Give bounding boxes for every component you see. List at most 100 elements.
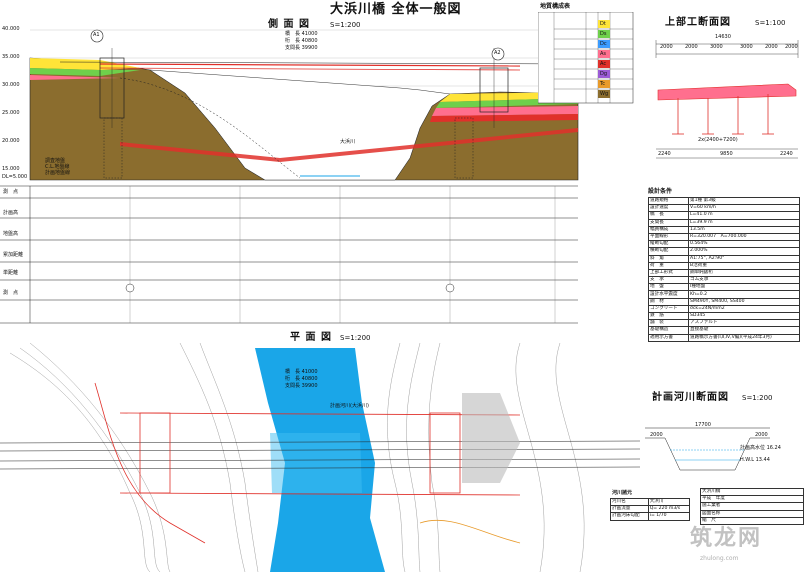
- table-row: 平面線形 R=320.007 A=700.000: [648, 232, 801, 242]
- table-row: 施工業者: [700, 502, 804, 511]
- plan-span-length: 支間長 39900: [285, 383, 318, 389]
- table-cell: 斜 角: [648, 254, 689, 263]
- table-cell: 河川名: [610, 497, 649, 507]
- table-cell: 道路橋示方書(Ⅰ,Ⅱ,Ⅳ,Ⅴ編)(平成24年3月): [687, 333, 801, 342]
- table-cell: 鋼 材: [648, 297, 689, 306]
- table-cell: 第1種 第3級: [687, 196, 801, 206]
- table-cell: 設計速度: [648, 204, 689, 213]
- upper-section-scale: S=1:100: [755, 19, 786, 27]
- soil-code: Ac: [600, 61, 607, 67]
- plan-bridge-length: 橋 長 41000: [285, 369, 318, 375]
- river-dim: 2000: [755, 432, 768, 438]
- row-label: 測 点: [3, 290, 19, 296]
- table-cell: 平成 年度: [700, 495, 804, 504]
- table-cell: L=39.9 m: [687, 218, 801, 227]
- table-cell: 舗 装: [648, 319, 689, 328]
- upper-section-title: 上部工断面図: [665, 17, 731, 28]
- soil-code: Dc: [600, 41, 607, 47]
- dim: 3000: [740, 44, 753, 50]
- elev-label: 20.000: [2, 138, 20, 144]
- table-cell: 大浜川橋: [700, 487, 804, 497]
- design-conditions-table: 道路規格 第1種 第3級 設計速度 V=60 km/h 橋 長 L=41.0 m 支間…: [648, 196, 801, 342]
- river-dim: 2000: [650, 432, 663, 438]
- plan-view-title: 平 面 図: [290, 332, 332, 343]
- table-cell: 直接基礎: [687, 326, 801, 335]
- table-cell: B活荷重: [687, 261, 801, 270]
- dim: 2240: [658, 151, 671, 157]
- table-cell: σck=24N/mm2: [687, 304, 801, 314]
- table-row: 舗 装アスファルト: [648, 319, 801, 328]
- dim: 2240: [780, 151, 793, 157]
- watermark-url: zhulong.com: [700, 555, 739, 562]
- river-label: 大浜川: [340, 139, 356, 145]
- dim: 2000: [785, 44, 798, 50]
- table-row: 平成 年度: [700, 495, 804, 504]
- river-section-title: 計画河川断面図: [652, 392, 729, 403]
- sheet-title: 大浜川橋 全体一般図: [330, 2, 462, 17]
- table-row: 上部工形式 鋼単純鈑桁: [648, 268, 801, 278]
- table-cell: 計画河床勾配: [610, 512, 649, 521]
- table-cell: R=320.007 A=700.000: [687, 232, 801, 242]
- elev-label: DL=5.000: [2, 174, 28, 180]
- table-cell: 施工業者: [700, 502, 804, 511]
- table-row: 設計速度 V=60 km/h: [648, 204, 801, 213]
- row-label: 地盤高: [3, 231, 19, 237]
- table-cell: 支間長: [648, 218, 689, 227]
- dim: 2000: [765, 44, 778, 50]
- river-wl-label: H.W.L 13.44: [740, 457, 770, 463]
- table-row: 横断勾配 2.000%: [648, 247, 801, 256]
- table-cell: 上部工形式: [648, 268, 689, 278]
- table-cell: 大浜川: [647, 497, 691, 507]
- soil-code: Dt: [600, 21, 606, 27]
- plan-view-drawing: [0, 343, 640, 572]
- soil-code: As: [600, 51, 607, 57]
- upper-section-drawing: [655, 40, 799, 159]
- table-row: 河川名 大浜川: [610, 497, 691, 507]
- table-cell: 鋼単純鈑桁: [687, 268, 801, 278]
- dim: 2000: [660, 44, 673, 50]
- elev-label: 30.000: [2, 82, 20, 88]
- table-cell: SD345: [687, 311, 801, 321]
- river-table-title: 河川諸元: [612, 490, 633, 496]
- table-row: 設計水平震度 Kh=0.2: [648, 290, 801, 299]
- section-note: 2x(2400+7200): [698, 137, 738, 143]
- row-label: 測 点: [3, 189, 19, 195]
- row-label: 単距離: [3, 270, 19, 276]
- table-row: 支間長 L=39.9 m: [648, 218, 801, 227]
- span-length: 支間長 39900: [285, 45, 318, 51]
- table-row: 縦断勾配 0.564%: [648, 240, 801, 249]
- table-cell: Kh=0.2: [687, 290, 801, 299]
- table-row: 支 承ゴム支承: [648, 276, 801, 285]
- table-cell: 設計水平震度: [648, 290, 689, 299]
- soil-table-title: 地質構成表: [540, 3, 571, 10]
- table-cell: 平面線形: [648, 232, 689, 242]
- table-cell: SM490Y, SM400, SS400: [687, 297, 801, 306]
- table-cell: Ⅰ種地盤: [687, 283, 801, 292]
- watermark-logo: 筑龙网: [690, 526, 763, 551]
- table-cell: コンクリート: [648, 304, 689, 314]
- plan-girder-length: 桁 長 40800: [285, 376, 318, 382]
- soil-code: Ds: [600, 31, 607, 37]
- table-cell: i= 1/70: [647, 512, 691, 521]
- table-cell: 橋 長: [648, 211, 689, 220]
- table-cell: 縦断勾配: [648, 240, 689, 249]
- dim: 2000: [685, 44, 698, 50]
- table-row: 地 盤 Ⅰ種地盤: [648, 283, 801, 292]
- elev-label: 35.000: [2, 54, 20, 60]
- table-row: 幅員構成 13.5m: [648, 225, 801, 234]
- table-row: コンクリート σck=24N/mm2: [648, 304, 801, 314]
- river-dim: 17700: [695, 422, 711, 428]
- table-cell: 支 承: [648, 276, 689, 285]
- river-hwl-label: 計画高水位 16.24: [740, 445, 781, 451]
- table-cell: 地 盤: [648, 283, 689, 292]
- table-row: 斜 角 A1:75°, A2:90°: [648, 254, 801, 263]
- table-cell: 2.000%: [687, 247, 801, 256]
- table-row: 基礎構造 直接基礎: [648, 326, 801, 335]
- side-view-drawing: [0, 29, 579, 324]
- soil-code: Dg: [600, 71, 608, 77]
- table-cell: 13.5m: [687, 225, 801, 234]
- table-row: 適用示方書 道路橋示方書(Ⅰ,Ⅱ,Ⅳ,Ⅴ編)(平成24年3月): [648, 333, 801, 342]
- table-cell: 図面名称: [700, 509, 804, 518]
- table-row: 鉄 筋 SD345: [648, 311, 801, 321]
- title-block: 大浜川橋 平成 年度 施工業者 図面名称 縮 尺: [700, 487, 804, 525]
